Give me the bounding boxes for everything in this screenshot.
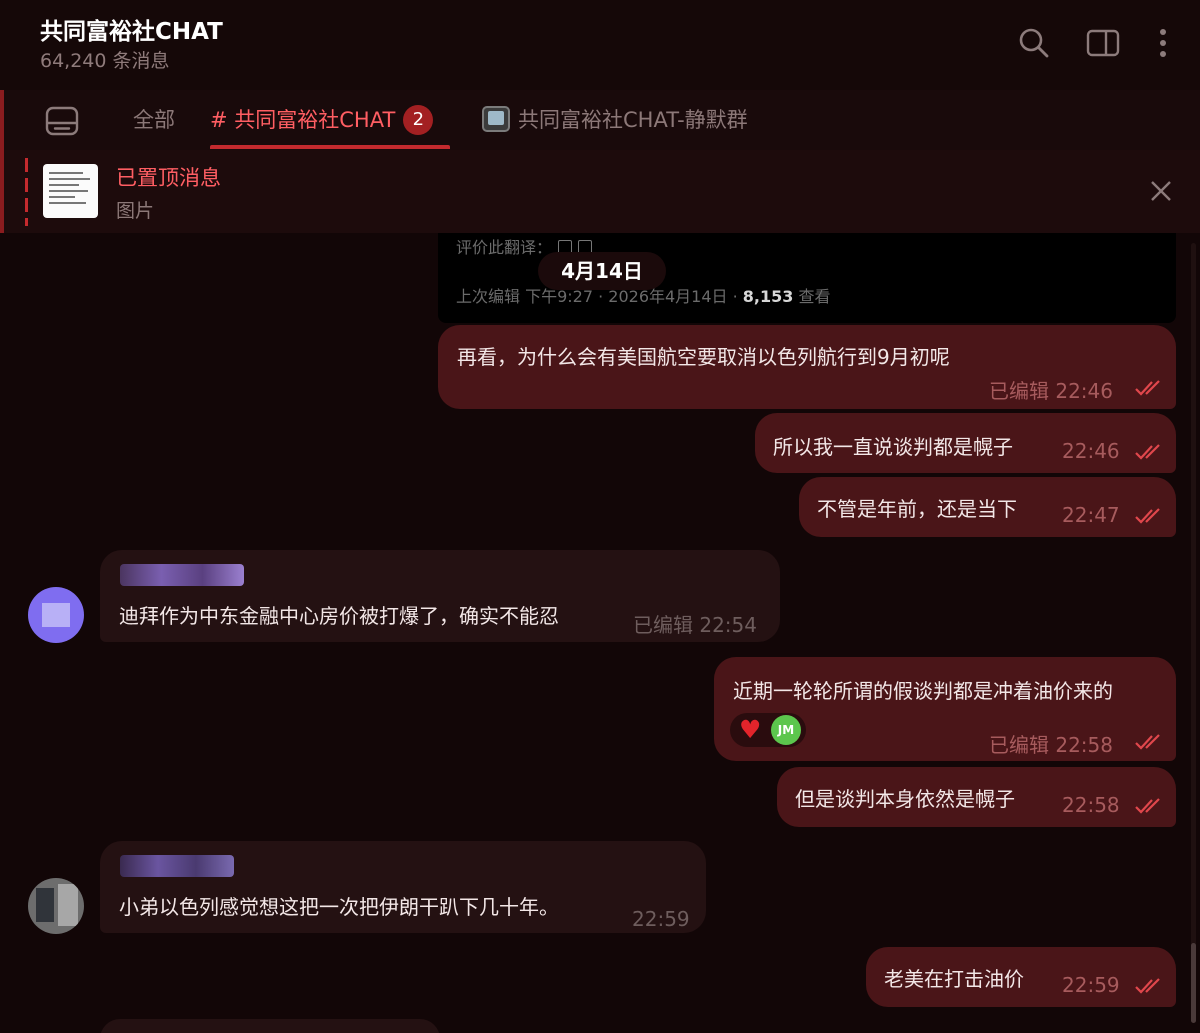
message-time: 22:46 [1062,439,1120,463]
message-time: 22:47 [1062,503,1120,527]
tab-main-chat-label: # 共同富裕社CHAT [210,108,396,132]
message-bubble[interactable]: 再看，为什么会有美国航空要取消以色列航行到9月初呢 已编辑 22:46 [438,325,1176,409]
message-text: 小弟以色列感觉想这把一次把伊朗干趴下几十年。 [119,895,559,919]
tab-quiet-group-label: 共同富裕社CHAT-静默群 [518,108,748,132]
message-bubble[interactable]: 近期一轮轮所谓的假谈判都是冲着油价来的 ♥ JM 已编辑 22:58 [714,657,1176,761]
chat-title[interactable]: 共同富裕社CHAT [40,12,223,46]
message-text: 所以我一直说谈判都是幌子 [773,435,1013,459]
message-time: 已编辑 22:54 [633,613,757,637]
avatar[interactable] [28,587,84,643]
views-count: 8,153 [742,287,794,306]
message-bubble[interactable]: 老美在打击油价 22:59 [866,947,1176,1007]
message-time: 22:59 [632,907,690,931]
close-icon[interactable] [1148,178,1174,204]
pinned-image-thumbnail [43,164,98,218]
message-text: 不管是年前，还是当下 [817,497,1017,521]
search-icon[interactable] [1016,25,1052,61]
topics-list-icon[interactable] [44,105,80,137]
read-check-icon [1134,379,1166,397]
reactor-avatar: JM [771,715,801,745]
avatar[interactable] [28,878,84,934]
pinned-indicator [25,158,28,226]
message-bubble[interactable]: 所以我一直说谈判都是幌子 22:46 [755,413,1176,473]
pinned-title: 已置顶消息 [116,166,221,190]
message-bubble[interactable]: 但是谈判本身依然是幌子 22:58 [777,767,1176,827]
television-icon [482,106,510,132]
views-suffix: 查看 [793,287,831,306]
date-separator: 4月14日 [538,252,666,290]
tab-all-label: 全部 [133,108,175,132]
sender-name[interactable] [120,564,244,586]
message-bubble[interactable]: 迪拜作为中东金融中心房价被打爆了，确实不能忍 已编辑 22:54 [100,550,780,642]
message-time: 已编辑 22:58 [989,733,1113,757]
read-check-icon [1134,797,1166,815]
message-count: 64,240 条消息 [40,50,170,72]
message-time: 22:58 [1062,793,1120,817]
pinned-message-bar[interactable]: 已置顶消息 图片 [0,150,1200,233]
sidebar-toggle-icon[interactable] [1085,25,1121,61]
message-text: 老美在打击油价 [884,967,1024,991]
read-check-icon [1134,977,1166,995]
scrollbar-track[interactable] [1191,243,1196,1023]
rate-label: 评价此翻译： [456,238,553,257]
pinned-subtitle: 图片 [116,200,155,222]
message-text: 近期一轮轮所谓的假谈判都是冲着油价来的 [733,679,1113,703]
message-text: 再看，为什么会有美国航空要取消以色列航行到9月初呢 [457,345,950,369]
topic-tabs: 全部 # 共同富裕社CHAT 2 共同富裕社CHAT-静默群 [0,90,1200,150]
message-time: 已编辑 22:46 [989,379,1113,403]
unread-badge: 2 [403,105,434,135]
message-text: 但是谈判本身依然是幌子 [795,787,1015,811]
tab-all[interactable]: 全部 [133,104,175,138]
read-check-icon [1134,733,1166,751]
read-check-icon [1134,443,1166,461]
read-check-icon [1134,507,1166,525]
message-list[interactable]: 评价此翻译： 上次编辑 下午9:27 · 2026年4月14日 · 8,153 … [0,233,1200,1033]
reaction-chip[interactable]: ♥ JM [730,713,806,747]
message-bubble[interactable]: 不管是年前，还是当下 22:47 [799,477,1176,537]
sender-name[interactable] [120,855,234,877]
scrollbar-thumb[interactable] [1191,943,1196,1023]
tab-quiet-group[interactable]: 共同富裕社CHAT-静默群 [482,104,748,138]
heart-icon: ♥ [739,715,762,744]
more-vertical-icon[interactable] [1145,25,1181,61]
chat-header: 共同富裕社CHAT 64,240 条消息 [0,0,1200,90]
active-tab-indicator [210,145,450,149]
message-text: 迪拜作为中东金融中心房价被打爆了，确实不能忍 [119,604,559,628]
message-bubble[interactable]: 小弟以色列感觉想这把一次把伊朗干趴下几十年。 22:59 [100,841,706,933]
tab-main-chat[interactable]: # 共同富裕社CHAT 2 [210,104,434,138]
message-bubble[interactable] [100,1019,440,1033]
message-time: 22:59 [1062,973,1120,997]
